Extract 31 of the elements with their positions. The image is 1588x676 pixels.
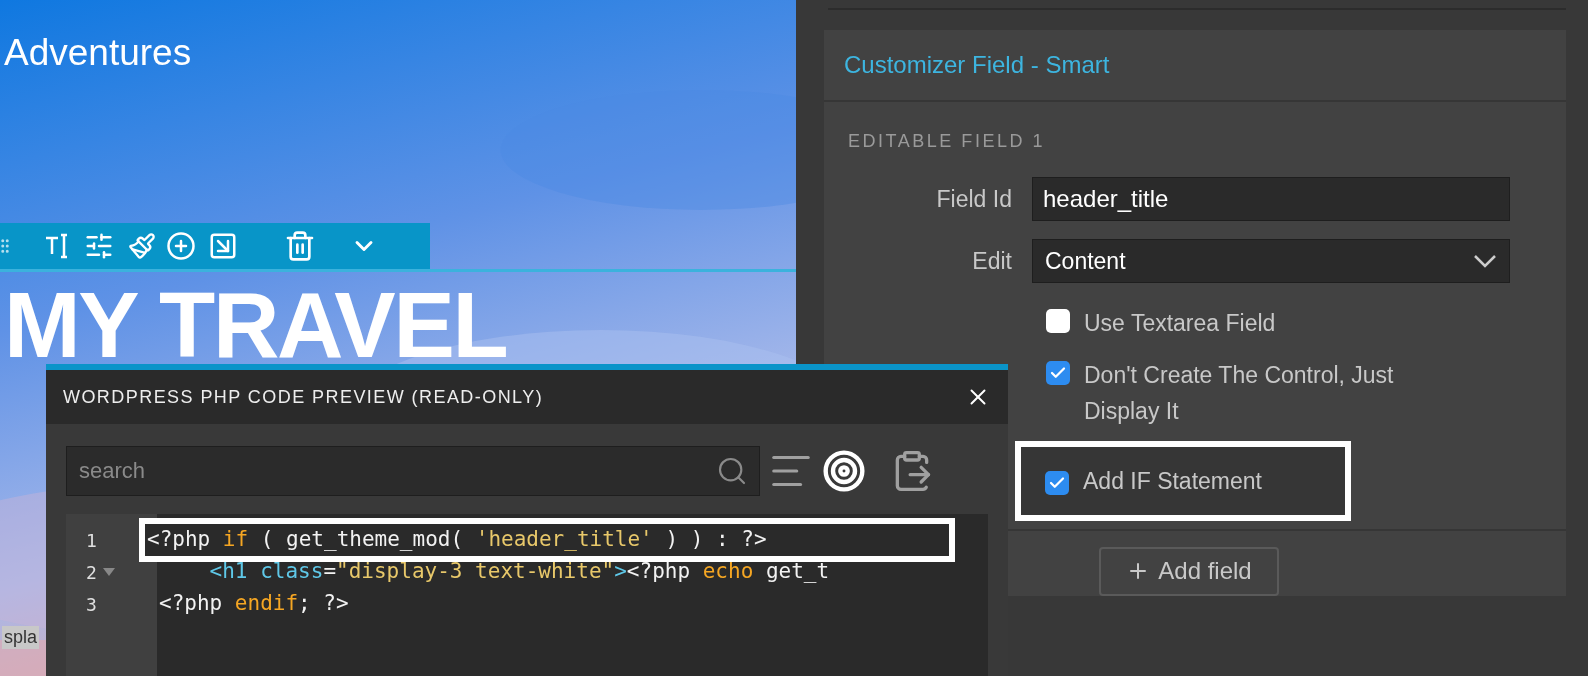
edit-select[interactable]: Content [1032, 238, 1510, 283]
checkbox[interactable] [1045, 470, 1069, 495]
fold-arrow-icon[interactable] [102, 568, 115, 576]
paintbrush-icon[interactable] [128, 232, 156, 260]
add-field-button[interactable]: Add field [1099, 546, 1279, 596]
field-label: Field Id [935, 184, 1013, 214]
trash-icon[interactable] [284, 230, 316, 262]
line-number: 2 [86, 560, 97, 585]
checkbox[interactable] [1046, 308, 1070, 333]
field-label: Edit [971, 246, 1013, 276]
checkbox[interactable] [1046, 360, 1070, 385]
search-field[interactable]: search [66, 446, 760, 496]
field-id-input[interactable]: header_title [1032, 176, 1510, 221]
panel-title: Customizer Field - Smart [844, 49, 1110, 80]
chevron-down-icon [1473, 253, 1497, 268]
import-icon[interactable] [208, 231, 238, 261]
dialog-title: WORDPRESS PHP CODE PREVIEW (READ-ONLY) [63, 385, 545, 409]
search-icon[interactable] [716, 455, 748, 487]
option-label: Use Textarea Field [1084, 308, 1277, 338]
sliders-icon[interactable] [84, 231, 114, 261]
add-circle-icon[interactable] [166, 231, 196, 261]
line-number: 1 [86, 528, 97, 553]
line-number: 3 [86, 592, 97, 617]
section-label: EDITABLE FIELD 1 [848, 129, 1047, 153]
site-title: Adventures [4, 34, 193, 71]
element-tag: spla [2, 626, 40, 649]
option-label: Don't Create The Control, Just Display It [1084, 360, 1395, 426]
target-icon[interactable] [822, 449, 866, 493]
code-line: <?php endif; ?> [158, 590, 350, 618]
hero-title: MY TRAVEL [4, 286, 507, 365]
option-label: Add IF Statement [1083, 466, 1263, 496]
